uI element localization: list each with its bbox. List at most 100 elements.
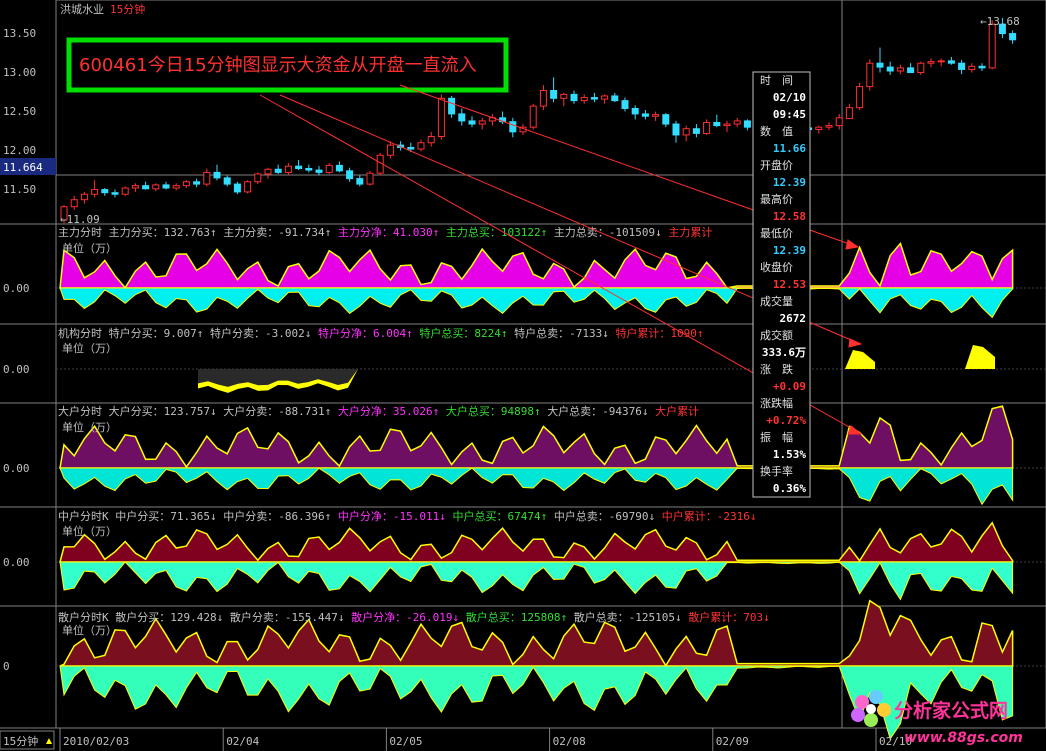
date-label: 2010/02/03 [63, 735, 129, 748]
candle [488, 113, 496, 126]
legend-item: 中户总卖：-69790↓ [554, 509, 662, 523]
info-label: 最高价 [760, 192, 793, 206]
info-value: 2672 [780, 312, 807, 325]
legend-item: 散户分卖：-155.447↓ [230, 610, 351, 624]
legend-item: 中户分净：-15.011↓ [338, 509, 453, 523]
candlesticks [60, 17, 1017, 224]
high-marker: ←13.68 [980, 15, 1020, 28]
current-price: 11.664 [3, 161, 43, 174]
candle [692, 124, 700, 138]
candle [427, 131, 435, 147]
unit-label: 单位（万） [62, 341, 117, 355]
info-value: +0.09 [773, 380, 806, 393]
candle [284, 163, 292, 176]
candle [815, 125, 823, 134]
flow-panel-2: 0.00 单位（万） [3, 405, 1046, 506]
candle [315, 166, 323, 176]
candle [937, 58, 945, 67]
legend-item: 散户累计：703↓ [688, 610, 770, 624]
candle [91, 180, 99, 198]
candle [866, 59, 874, 91]
candle [325, 163, 333, 174]
info-label: 最低价 [760, 227, 793, 240]
candle [70, 195, 78, 210]
period-label: 15分钟 [110, 2, 145, 16]
candle [580, 94, 588, 104]
legend-item: 中户分卖：-86.396↑ [223, 509, 338, 523]
legend-item: 特户分净：6.004↑ [318, 326, 419, 340]
legend-item: 散户总卖：-125105↓ [574, 610, 689, 624]
candle [743, 119, 751, 131]
info-value: 12.53 [773, 278, 806, 291]
candle [274, 164, 282, 174]
info-label: 数 值 [760, 125, 793, 138]
flow-panel-3: 0.00 单位（万） [3, 521, 1046, 601]
date-label: 02/08 [553, 735, 586, 748]
legend-item: 大户总卖：-94376↓ [547, 404, 655, 418]
candle [152, 183, 160, 192]
y-tick: 12.50 [3, 105, 36, 118]
legend-item: 大户分净：35.026↑ [338, 404, 446, 418]
x-axis-dates: 2010/02/03 02/04 02/05 02/08 02/09 02/10 [59, 728, 912, 751]
date-label: 02/09 [716, 735, 749, 748]
candle [529, 103, 537, 130]
legend-item: 特户分卖：-3.002↓ [210, 326, 318, 340]
legend-item: 散户分买：129.428↓ [115, 610, 230, 624]
zero-label: 0 [3, 660, 10, 673]
candle [111, 189, 119, 198]
candle [346, 167, 354, 182]
candle [509, 117, 517, 138]
legend-sanhu: 散户分时K 散户分买：129.428↓ 散户分卖：-155.447↓ 散户分净：… [58, 610, 770, 624]
candle [182, 180, 190, 188]
candle [682, 125, 690, 142]
candle [233, 181, 241, 195]
legend-item: 散户分时K [58, 610, 115, 624]
candle [733, 117, 741, 128]
unit-label: 单位（万） [62, 623, 117, 637]
candle [621, 97, 629, 112]
info-label: 开盘价 [760, 158, 793, 172]
info-value: 02/10 [773, 91, 806, 104]
candle [856, 82, 864, 110]
zero-label: 0.00 [3, 556, 30, 569]
info-label: 换手率 [760, 464, 793, 478]
candle [713, 114, 721, 128]
legend-item: 特户分买：9.007↑ [109, 326, 210, 340]
watermark-url: www.88gs.com [904, 730, 1023, 746]
candle [927, 58, 935, 68]
info-value: 333.6万 [762, 346, 806, 359]
legend-dahu: 大户分时 大户分买：123.757↓ 大户分卖：-88.731↑ 大户分净：35… [58, 404, 699, 418]
info-value: 12.58 [773, 210, 806, 223]
kline-chart: 洪城水业 15分钟 13.50 13.00 12.50 12.00 11.50 … [0, 0, 1046, 751]
candle [590, 92, 598, 103]
candle [295, 159, 303, 171]
info-box: 时 间 02/10 09:45 数 值 11.66 开盘价 12.39 最高价 12.58 最低价… [752, 71, 811, 498]
legend-item: 特户总买：8224↑ [419, 326, 514, 340]
candle [560, 92, 568, 107]
legend-item: 大户分时 [58, 404, 109, 418]
annotation-text: 600461今日15分钟图显示大资金从开盘一直流入 [79, 55, 477, 76]
candle [254, 172, 262, 185]
candle [539, 85, 547, 110]
legend-item: 主力累计 [668, 226, 712, 239]
legend-item: 中户分时K [58, 509, 115, 523]
candle [356, 175, 364, 187]
unit-label: 单位（万） [62, 241, 117, 255]
candle [611, 92, 619, 103]
candle [458, 108, 466, 126]
candle [244, 180, 252, 194]
candle [917, 61, 925, 75]
candle [652, 111, 660, 121]
candle [550, 77, 558, 103]
candle [631, 105, 639, 120]
legend-zhonghu: 中户分时K 中户分买：71.365↓ 中户分卖：-86.396↑ 中户分净：-1… [58, 509, 757, 523]
info-label: 成交量 [760, 294, 793, 308]
candle [662, 113, 670, 128]
candle [305, 164, 313, 173]
flow-panel-0: 0.00 单位（万） [3, 241, 1046, 319]
info-label: 振 幅 [760, 430, 793, 444]
legend-item: 主力分净：41.030↑ [338, 225, 446, 239]
legend-item: 中户分买：71.365↓ [115, 509, 223, 523]
candle [723, 120, 731, 132]
candle [131, 183, 139, 192]
